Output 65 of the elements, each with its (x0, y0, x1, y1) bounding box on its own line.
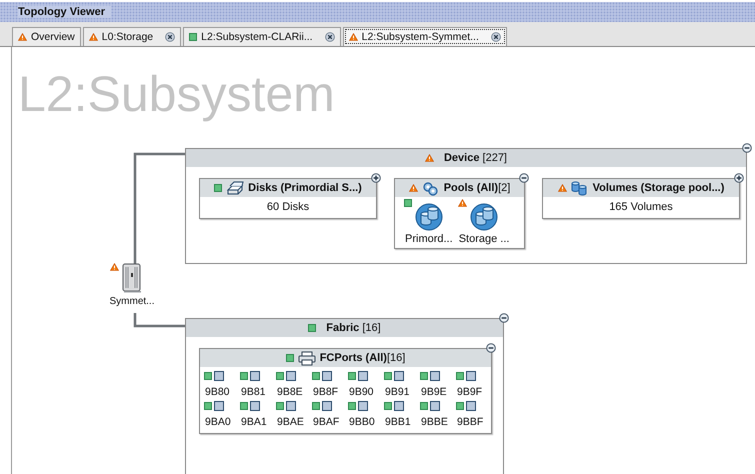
storage-pool-icon[interactable] (470, 203, 498, 231)
storage-pool-icon[interactable] (414, 203, 443, 231)
summary-text: 60 Disks (266, 200, 310, 215)
subsystem-label: Symmet... (109, 296, 154, 307)
cylinders-icon (570, 180, 589, 196)
box-title: FCPorts (All)[16] (320, 352, 406, 364)
box-title: Disks (Primordial S...) (248, 182, 362, 194)
port-label: 9B91 (384, 386, 410, 398)
port-icon[interactable] (394, 371, 404, 381)
port-label: 9BB1 (384, 416, 411, 428)
port-label: 9B90 (348, 386, 374, 398)
port-label: 9BBF (456, 416, 484, 428)
port-icon[interactable] (358, 401, 368, 411)
port-label: 9B8F (312, 386, 338, 398)
tab[interactable]: Overview (12, 27, 81, 46)
port-label: 9BB0 (348, 416, 375, 428)
port-icon[interactable] (250, 401, 260, 411)
linked-rings-icon (422, 180, 440, 196)
port-icon[interactable] (214, 371, 224, 381)
collapse-icon[interactable] (499, 313, 509, 323)
port-icon[interactable] (214, 401, 224, 411)
port-icon[interactable] (430, 371, 440, 381)
collapse-icon[interactable] (486, 343, 496, 353)
group-title: Device [227] (444, 152, 507, 164)
tab[interactable]: L2:Subsystem-CLARii... (183, 27, 341, 46)
port-label: 9B81 (240, 386, 266, 398)
close-icon[interactable] (490, 32, 501, 42)
pool-label: Primord... (405, 233, 453, 245)
disk-stack-icon (226, 180, 244, 196)
port-label: 9BAF (312, 416, 340, 428)
port-label: 9BBE (420, 416, 448, 428)
group-title: Fabric [16] (326, 322, 381, 334)
port-icon[interactable] (322, 371, 332, 381)
close-icon[interactable] (324, 32, 335, 42)
port-icon[interactable] (430, 401, 440, 411)
tab[interactable]: L2:Subsystem-Symmet... (342, 27, 507, 46)
port-icon[interactable] (286, 371, 296, 381)
port-icon[interactable] (250, 371, 260, 381)
port-icon[interactable] (394, 401, 404, 411)
port-label: 9B9E (420, 386, 447, 398)
connector-line (134, 313, 185, 328)
port-label: 9B9F (456, 386, 482, 398)
port-icon[interactable] (358, 371, 368, 381)
collapse-icon[interactable] (519, 173, 529, 183)
summary-text: 165 Volumes (608, 200, 674, 215)
collapse-icon[interactable] (742, 143, 752, 153)
port-label: 9BA1 (240, 416, 267, 428)
box-title: Pools (All)[2] (444, 182, 510, 194)
port-label: 9BAE (276, 416, 304, 428)
port-icon[interactable] (466, 371, 476, 381)
close-icon[interactable] (165, 32, 176, 42)
storage-cabinet-icon[interactable] (122, 263, 142, 293)
port-icon[interactable] (286, 401, 296, 411)
port-label: 9B80 (204, 386, 230, 398)
view-title: L2:Subsystem (18, 65, 335, 123)
expand-icon[interactable] (734, 173, 744, 183)
tab[interactable]: L0:Storage (82, 27, 182, 46)
port-label: 9B8E (276, 386, 303, 398)
port-icon[interactable] (466, 401, 476, 411)
port-icon[interactable] (322, 401, 332, 411)
port-label: 9BA0 (204, 416, 231, 428)
box-title: Volumes (Storage pool...) (592, 182, 724, 194)
pool-label: Storage ... (458, 233, 510, 245)
expand-icon[interactable] (371, 173, 381, 183)
window-title: Topology Viewer (18, 6, 111, 18)
